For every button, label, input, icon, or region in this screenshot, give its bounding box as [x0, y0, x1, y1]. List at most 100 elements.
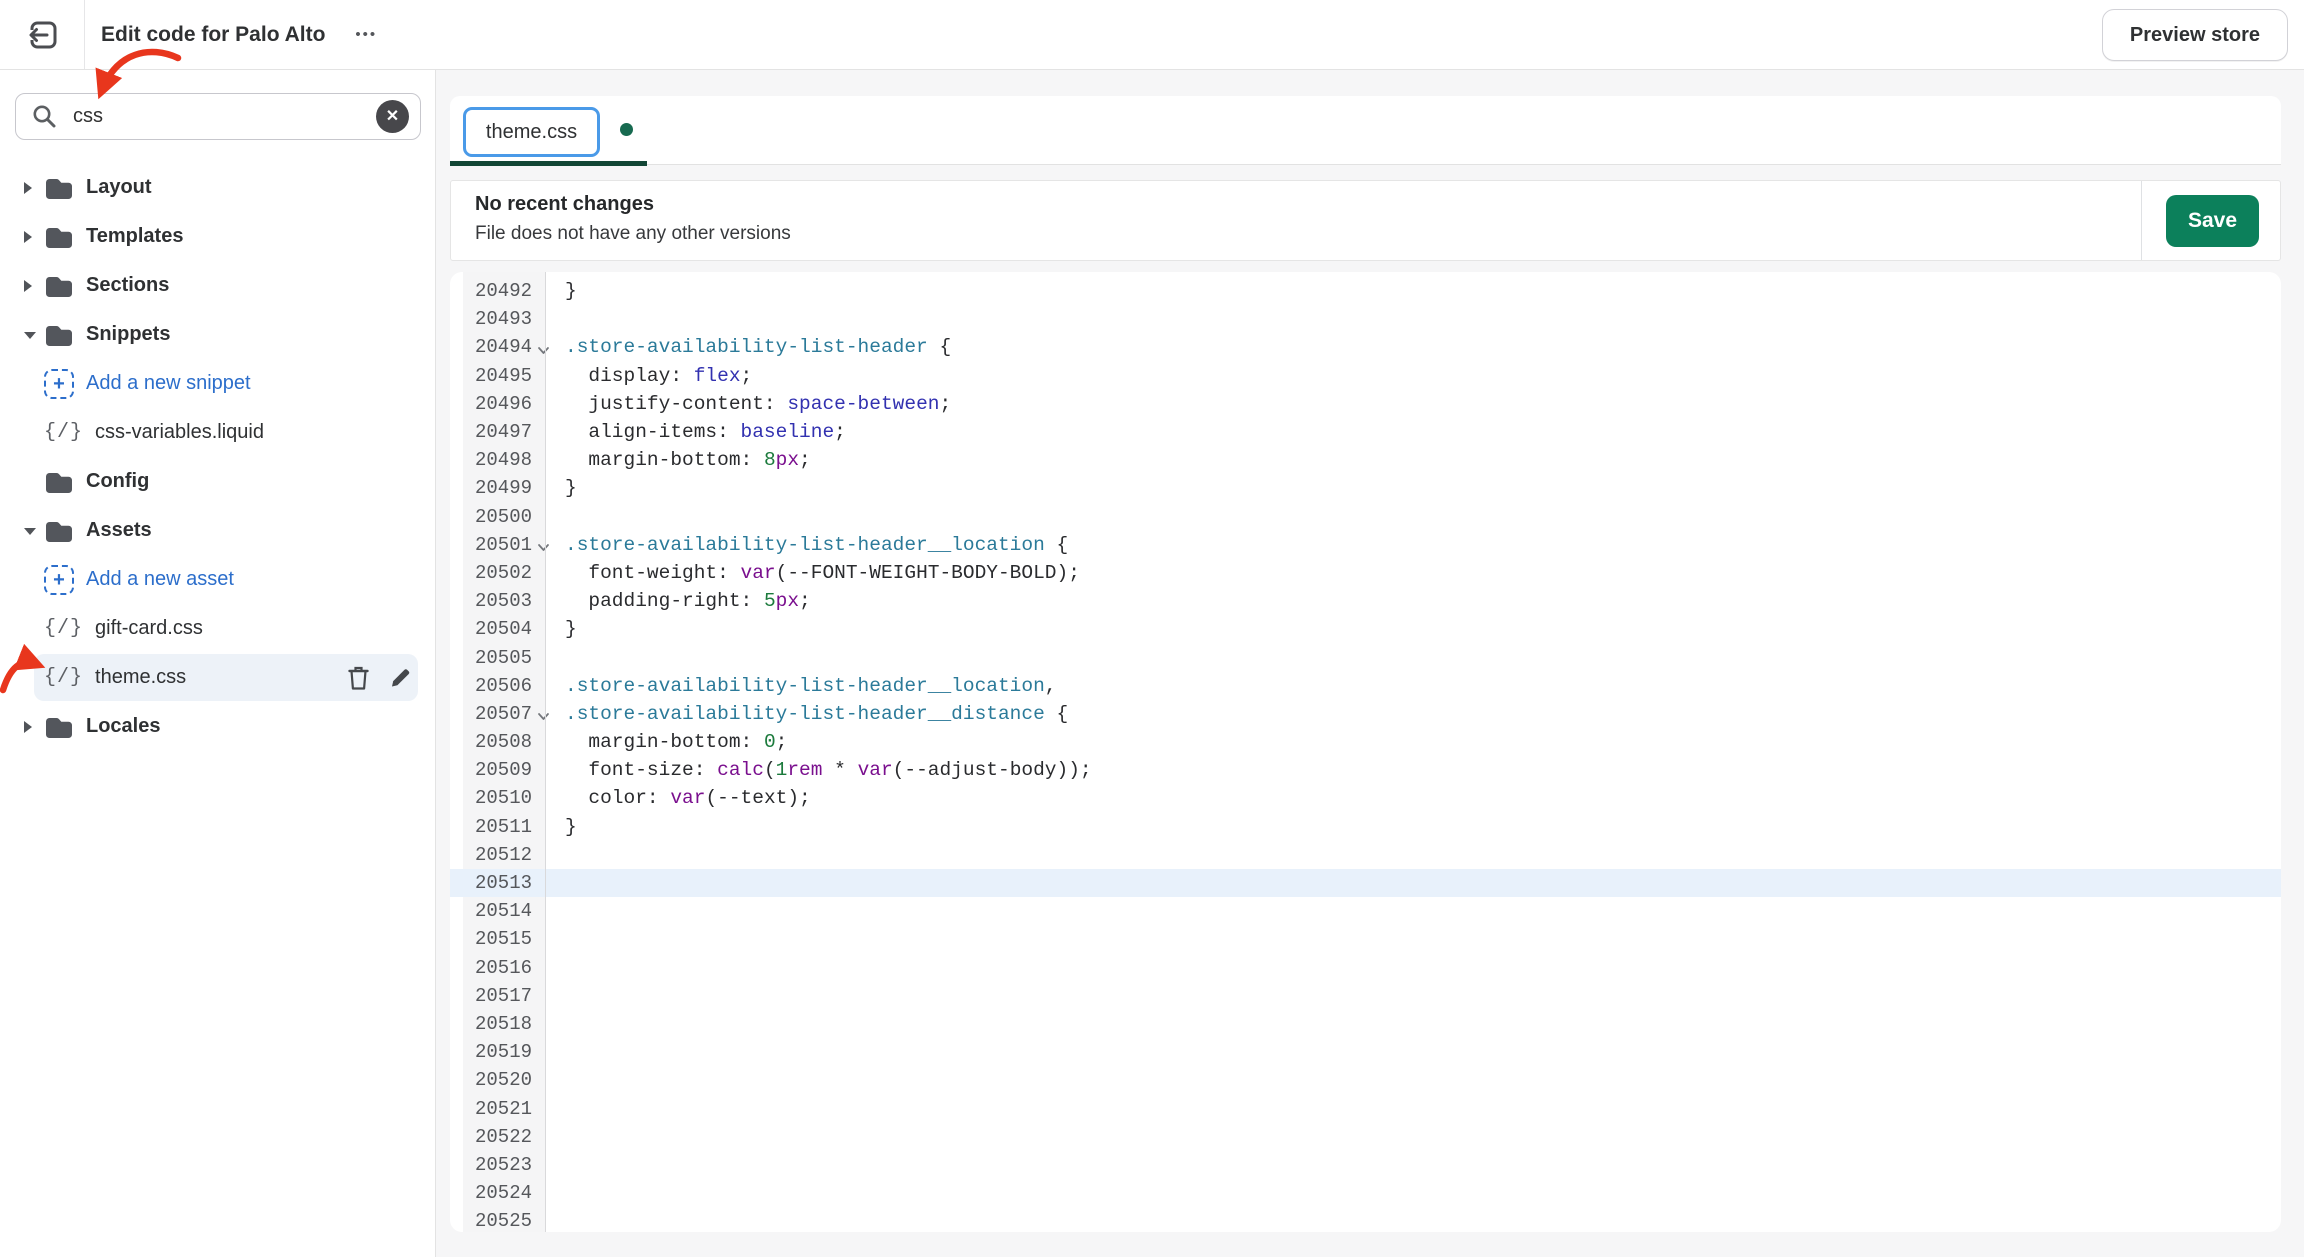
tree-item-templates[interactable]: Templates — [0, 212, 434, 261]
fold-spacer — [532, 852, 555, 858]
code-line-20507[interactable]: 20507.store-availability-list-header__di… — [450, 700, 2281, 728]
line-number: 20506 — [450, 675, 532, 697]
line-number: 20492 — [450, 280, 532, 302]
tree-item-label: Assets — [86, 519, 152, 542]
code-line-20495[interactable]: 20495 display: flex; — [450, 362, 2281, 390]
code-line-text — [555, 844, 577, 866]
search-icon — [31, 103, 58, 130]
code-line-text: font-size: calc(1rem * var(--adjust-body… — [555, 759, 1092, 781]
code-file-icon: {/} — [44, 421, 83, 444]
code-editor[interactable]: 20492} 20493 20494.store-availability-lis… — [450, 272, 2281, 1232]
topbar-divider — [84, 0, 85, 69]
tab-theme-css[interactable]: theme.css — [463, 107, 600, 157]
tree-item-snippets[interactable]: Snippets — [0, 310, 434, 359]
tree-item-label: Config — [86, 470, 149, 493]
line-number: 20497 — [450, 421, 532, 443]
code-line-text — [555, 1041, 577, 1063]
fold-spacer — [532, 880, 555, 886]
code-line-20498[interactable]: 20498 margin-bottom: 8px; — [450, 446, 2281, 474]
tree-item-locales[interactable]: Locales — [0, 702, 434, 751]
tree-item-css-variables-liquid[interactable]: {/}css-variables.liquid — [0, 408, 434, 457]
line-number: 20498 — [450, 449, 532, 471]
code-line-20524[interactable]: 20524 — [450, 1179, 2281, 1207]
code-line-20508[interactable]: 20508 margin-bottom: 0; — [450, 728, 2281, 756]
code-line-20497[interactable]: 20497 align-items: baseline; — [450, 418, 2281, 446]
code-line-20494[interactable]: 20494.store-availability-list-header { — [450, 333, 2281, 361]
line-number: 20511 — [450, 816, 532, 838]
active-tab-underline — [450, 161, 647, 166]
folder-icon — [44, 224, 74, 250]
code-line-20510[interactable]: 20510 color: var(--text); — [450, 784, 2281, 812]
tab-label: theme.css — [486, 121, 577, 144]
code-line-20500[interactable]: 20500 — [450, 503, 2281, 531]
line-number: 20510 — [450, 787, 532, 809]
tree-item-layout[interactable]: Layout — [0, 163, 434, 212]
save-button[interactable]: Save — [2166, 195, 2259, 247]
line-number: 20493 — [450, 308, 532, 330]
fold-spacer — [532, 288, 555, 294]
code-line-20522[interactable]: 20522 — [450, 1123, 2281, 1151]
code-line-20501[interactable]: 20501.store-availability-list-header__lo… — [450, 531, 2281, 559]
tree-item-add-a-new-asset[interactable]: +Add a new asset — [0, 555, 434, 604]
fold-toggle-icon[interactable] — [532, 537, 555, 552]
tree-item-add-a-new-snippet[interactable]: +Add a new snippet — [0, 359, 434, 408]
code-line-20496[interactable]: 20496 justify-content: space-between; — [450, 390, 2281, 418]
code-line-text: } — [555, 618, 577, 640]
code-line-20517[interactable]: 20517 — [450, 982, 2281, 1010]
line-number: 20518 — [450, 1013, 532, 1035]
collapse-sidebar-button[interactable] — [22, 15, 62, 55]
code-line-text — [555, 1013, 577, 1035]
code-line-20515[interactable]: 20515 — [450, 925, 2281, 953]
code-line-20514[interactable]: 20514 — [450, 897, 2281, 925]
file-explorer-sidebar: ✕ LayoutTemplatesSectionsSnippets+Add a … — [0, 70, 436, 1257]
code-line-20503[interactable]: 20503 padding-right: 5px; — [450, 587, 2281, 615]
line-number: 20520 — [450, 1069, 532, 1091]
code-line-20519[interactable]: 20519 — [450, 1038, 2281, 1066]
code-line-text: .store-availability-list-header__distanc… — [555, 703, 1068, 725]
tree-item-theme-css[interactable]: {/}theme.css — [0, 653, 434, 702]
tree-item-gift-card-css[interactable]: {/}gift-card.css — [0, 604, 434, 653]
line-number: 20501 — [450, 534, 532, 556]
code-line-20506[interactable]: 20506.store-availability-list-header__lo… — [450, 672, 2281, 700]
fold-spacer — [532, 1049, 555, 1055]
code-content: 20492} 20493 20494.store-availability-lis… — [450, 277, 2281, 1232]
code-line-20504[interactable]: 20504} — [450, 615, 2281, 643]
code-line-20499[interactable]: 20499} — [450, 474, 2281, 502]
line-number: 20495 — [450, 365, 532, 387]
line-number: 20515 — [450, 928, 532, 950]
code-line-20509[interactable]: 20509 font-size: calc(1rem * var(--adjus… — [450, 756, 2281, 784]
tree-item-sections[interactable]: Sections — [0, 261, 434, 310]
code-line-20512[interactable]: 20512 — [450, 841, 2281, 869]
code-line-20493[interactable]: 20493 — [450, 305, 2281, 333]
code-line-20523[interactable]: 20523 — [450, 1151, 2281, 1179]
fold-spacer — [532, 1162, 555, 1168]
preview-store-button[interactable]: Preview store — [2102, 9, 2288, 61]
tree-item-assets[interactable]: Assets — [0, 506, 434, 555]
code-line-20525[interactable]: 20525 — [450, 1207, 2281, 1232]
rename-file-button[interactable] — [389, 666, 412, 689]
code-line-text — [555, 985, 577, 1007]
tree-item-config[interactable]: Config — [0, 457, 434, 506]
more-options-button[interactable]: ••• — [351, 22, 381, 47]
code-line-20521[interactable]: 20521 — [450, 1094, 2281, 1122]
delete-file-button[interactable] — [347, 664, 370, 691]
search-input[interactable] — [71, 104, 376, 129]
code-line-20505[interactable]: 20505 — [450, 643, 2281, 671]
code-line-20516[interactable]: 20516 — [450, 954, 2281, 982]
code-line-20518[interactable]: 20518 — [450, 1010, 2281, 1038]
line-number: 20502 — [450, 562, 532, 584]
fold-toggle-icon[interactable] — [532, 706, 555, 721]
code-line-text — [555, 1098, 577, 1120]
code-line-20492[interactable]: 20492} — [450, 277, 2281, 305]
code-line-20502[interactable]: 20502 font-weight: var(--FONT-WEIGHT-BOD… — [450, 559, 2281, 587]
fold-toggle-icon[interactable] — [532, 340, 555, 355]
clear-search-button[interactable]: ✕ — [376, 100, 409, 133]
code-line-20513[interactable]: 20513 — [450, 869, 2281, 897]
code-line-text: margin-bottom: 8px; — [555, 449, 811, 471]
fold-spacer — [532, 316, 555, 322]
code-line-20511[interactable]: 20511} — [450, 813, 2281, 841]
add-new-icon: + — [44, 565, 74, 595]
fold-spacer — [532, 1106, 555, 1112]
code-line-text — [555, 957, 577, 979]
code-line-20520[interactable]: 20520 — [450, 1066, 2281, 1094]
